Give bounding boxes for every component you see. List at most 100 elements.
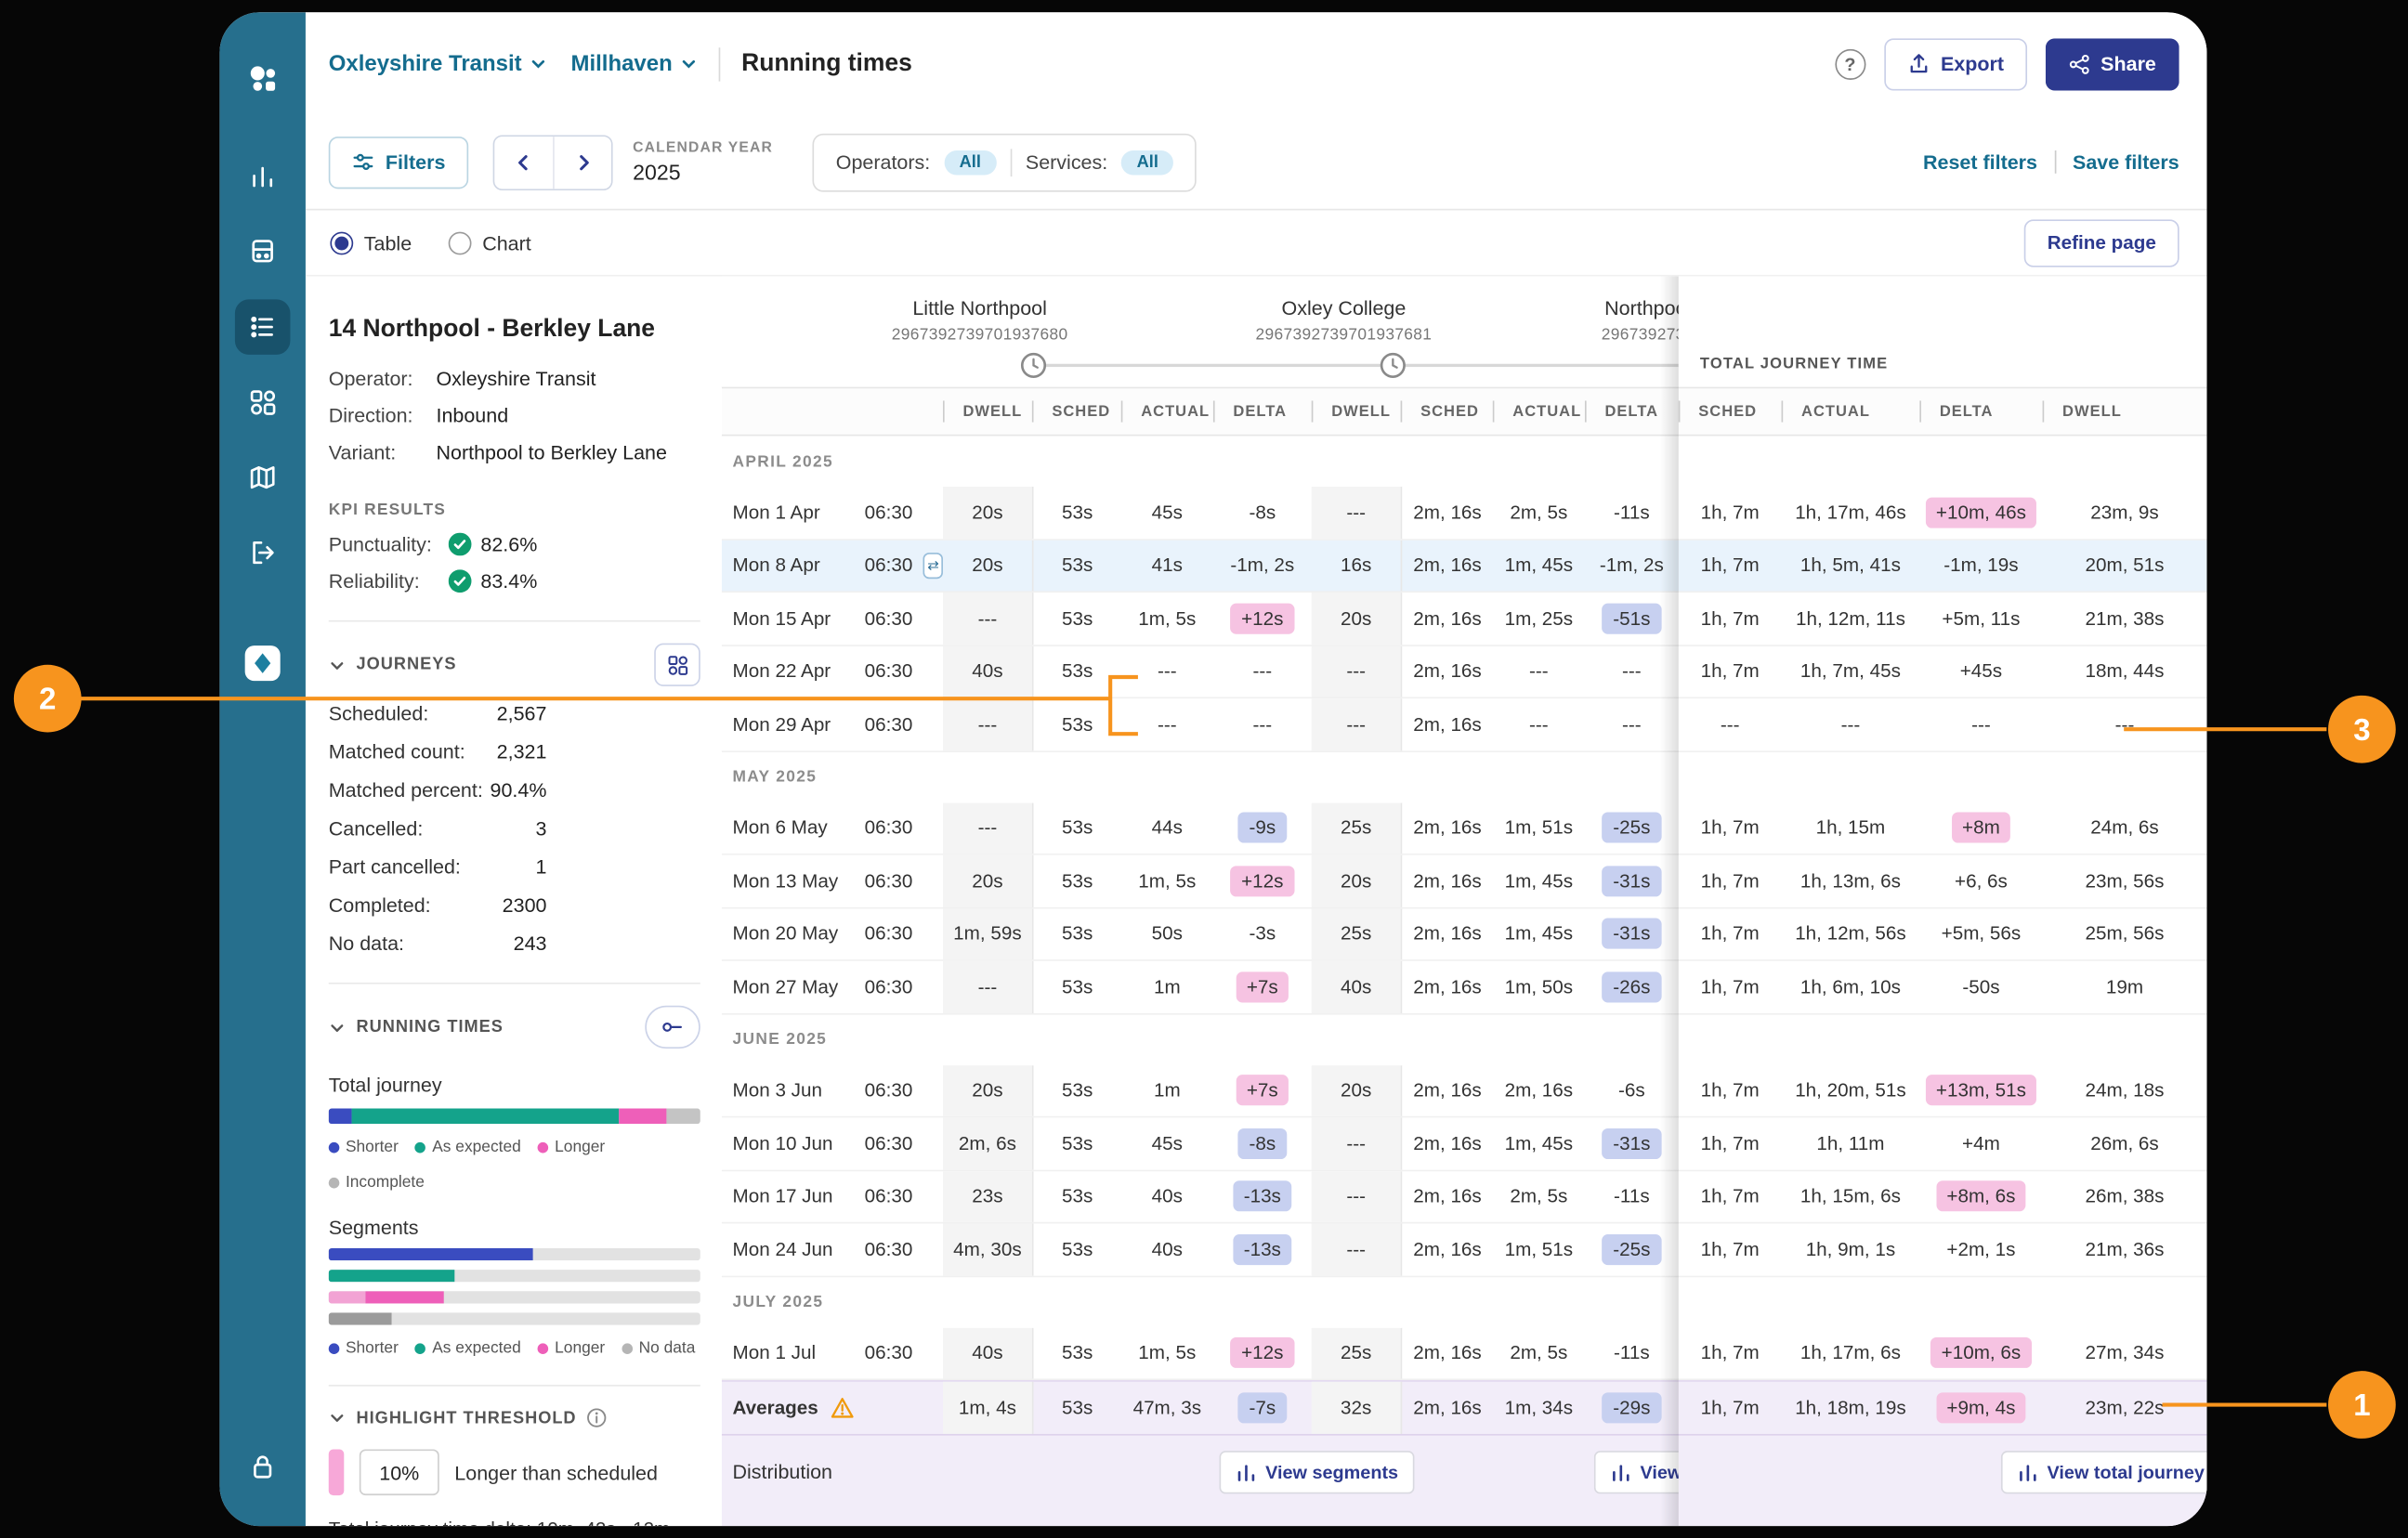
cell-value: 1h, 7m	[1701, 1397, 1760, 1418]
save-filters-link[interactable]: Save filters	[2073, 150, 2179, 174]
column-header-label: DWELL	[962, 403, 1022, 420]
cell-value: 24m, 6s	[2090, 817, 2159, 839]
filter-bar: Filters CALENDAR YEAR 2025 Operators: Al…	[306, 115, 2206, 210]
cell-value: 1m, 5s	[1138, 1342, 1196, 1363]
prev-year-button[interactable]	[494, 136, 553, 188]
next-year-button[interactable]	[553, 136, 611, 188]
chart-view-radio[interactable]: Chart	[449, 231, 531, 254]
bus-icon[interactable]	[235, 224, 291, 280]
segments-chip-icon[interactable]: ⇄	[923, 553, 943, 579]
help-button[interactable]: ?	[1835, 48, 1865, 79]
route-timeline	[1032, 364, 1679, 367]
lock-icon[interactable]	[247, 1451, 278, 1489]
table-row[interactable]: Mon 24 Jun06:304m, 30s53s40s-13s---2m, 1…	[722, 1223, 2207, 1276]
journeys-grid-button[interactable]	[654, 644, 700, 686]
table-row[interactable]: Mon 6 May06:30---53s44s-9s25s2m, 16s1m, …	[722, 802, 2207, 855]
cell-value: 53s	[1062, 554, 1093, 576]
cell-value: 53s	[1062, 870, 1093, 892]
averages-label-cell: Averages	[722, 1382, 943, 1434]
cell: ---	[1312, 645, 1401, 697]
cell: 2m, 16s	[1401, 645, 1493, 697]
row-date: Mon 10 Jun	[722, 1117, 854, 1168]
cell: +13m, 51s	[1919, 1064, 2042, 1115]
mini-chart-icon	[1611, 1463, 1630, 1482]
row-time: 06:30	[854, 487, 943, 538]
row-date: Mon 17 Jun	[722, 1170, 854, 1221]
cell-value: 20s	[972, 502, 1002, 523]
cell: 25s	[1312, 908, 1401, 959]
running-times-section-header[interactable]: RUNNING TIMES	[329, 1006, 700, 1049]
column-header: DWELL	[2043, 388, 2207, 435]
segment-bar	[329, 1270, 700, 1282]
view-segments-button[interactable]: View segments	[1220, 1451, 1416, 1493]
legend-label: Shorter	[346, 1138, 399, 1156]
table-row[interactable]: Mon 27 May06:30---53s1m+7s40s2m, 16s1m, …	[722, 961, 2207, 1014]
apps-grid-icon[interactable]	[235, 374, 291, 430]
region-dropdown[interactable]: Millhaven	[570, 51, 697, 75]
cell: 1h, 5m, 41s	[1782, 540, 1920, 591]
row-time: 06:30	[854, 855, 943, 906]
row-date: Mon 6 May	[722, 802, 854, 854]
workspace-tile-icon[interactable]	[235, 635, 291, 691]
delta-badge: -51s	[1603, 603, 1661, 633]
running-times-toggle-button[interactable]	[645, 1006, 700, 1049]
cell-value: 26m, 6s	[2090, 1133, 2159, 1154]
operators-services-filter[interactable]: Operators: All Services: All	[813, 133, 1197, 191]
cell: 4m, 30s	[943, 1223, 1032, 1274]
calendar-year-label: CALENDAR YEAR	[633, 139, 773, 156]
highlight-section-header[interactable]: HIGHLIGHT THRESHOLD	[329, 1408, 700, 1427]
table-row[interactable]: Mon 29 Apr06:30---53s---------2m, 16s---…	[722, 698, 2207, 751]
section-divider	[329, 620, 700, 622]
callout-1-number: 1	[2353, 1388, 2370, 1423]
export-button[interactable]: Export	[1884, 37, 2027, 89]
cell: 20m, 51s	[2043, 540, 2207, 591]
cell: ---	[1312, 1170, 1401, 1221]
map-icon[interactable]	[235, 450, 291, 505]
segments-legend: ShorterAs expectedLongerNo data	[329, 1338, 700, 1357]
bar-chart-icon[interactable]	[235, 149, 291, 204]
cell: 2m, 16s	[1401, 1064, 1493, 1115]
legend-dot	[329, 1177, 340, 1188]
table-row[interactable]: Mon 20 May06:301m, 59s53s50s-3s25s2m, 16…	[722, 908, 2207, 961]
cell: -8s	[1213, 1117, 1312, 1168]
threshold-input[interactable]: 10%	[360, 1449, 439, 1495]
view-segments-button-clipped[interactable]: View se	[1594, 1451, 1679, 1493]
table-row[interactable]: Mon 17 Jun06:3023s53s40s-13s---2m, 16s2m…	[722, 1170, 2207, 1223]
table-row[interactable]: Mon 15 Apr06:30---53s1m, 5s+12s20s2m, 16…	[722, 593, 2207, 645]
stop-header: Oxley College2967392739701937681	[1175, 296, 1513, 344]
table-row[interactable]: Mon 22 Apr06:3040s53s---------2m, 16s---…	[722, 645, 2207, 698]
table-row[interactable]: Mon 8 Apr06:30⇄20s53s41s-1m, 2s16s2m, 16…	[722, 540, 2207, 593]
refine-page-button[interactable]: Refine page	[2024, 219, 2179, 267]
journeys-section-header[interactable]: JOURNEYS	[329, 644, 700, 686]
share-button[interactable]: Share	[2046, 37, 2179, 89]
view-total-journey-button[interactable]: View total journey	[2001, 1451, 2207, 1493]
stat-value: 3	[536, 816, 547, 840]
cell: 53s	[1032, 802, 1121, 854]
cell-value: 1m, 59s	[953, 923, 1022, 945]
cell-value: 40s	[1152, 1186, 1183, 1207]
table-row[interactable]: Mon 13 May06:3020s53s1m, 5s+12s20s2m, 16…	[722, 855, 2207, 908]
column-header: SCHED	[1679, 388, 1782, 435]
filters-button[interactable]: Filters	[329, 136, 468, 188]
cell: 53s	[1032, 1170, 1121, 1221]
info-icon[interactable]	[587, 1408, 607, 1427]
sign-out-icon[interactable]	[235, 525, 291, 580]
row-date: Mon 8 Apr	[722, 540, 854, 591]
table-view-radio[interactable]: Table	[330, 231, 412, 254]
reset-filters-link[interactable]: Reset filters	[1923, 150, 2037, 174]
cell-value: ---	[1252, 660, 1272, 682]
cell: ---	[943, 698, 1032, 749]
table-row[interactable]: Mon 10 Jun06:302m, 6s53s45s-8s---2m, 16s…	[722, 1117, 2207, 1170]
cell: 2m, 16s	[1401, 1170, 1493, 1221]
table-row[interactable]: Mon 3 Jun06:3020s53s1m+7s20s2m, 16s2m, 1…	[722, 1064, 2207, 1117]
table-row[interactable]: Mon 1 Apr06:3020s53s45s-8s---2m, 16s2m, …	[722, 487, 2207, 540]
timetable-list-icon[interactable]	[235, 299, 291, 355]
stage: Oxleyshire Transit Millhaven Running tim…	[0, 0, 2408, 1538]
bar-segment	[351, 1109, 619, 1125]
cell: 2m, 16s	[1401, 698, 1493, 749]
cell-value: ---	[1622, 713, 1642, 735]
org-dropdown[interactable]: Oxleyshire Transit	[329, 51, 546, 75]
legend-item: Shorter	[329, 1338, 399, 1357]
table-row[interactable]: Mon 1 Jul06:3040s53s1m, 5s+12s25s2m, 16s…	[722, 1327, 2207, 1380]
cell-value: 53s	[1062, 817, 1093, 839]
